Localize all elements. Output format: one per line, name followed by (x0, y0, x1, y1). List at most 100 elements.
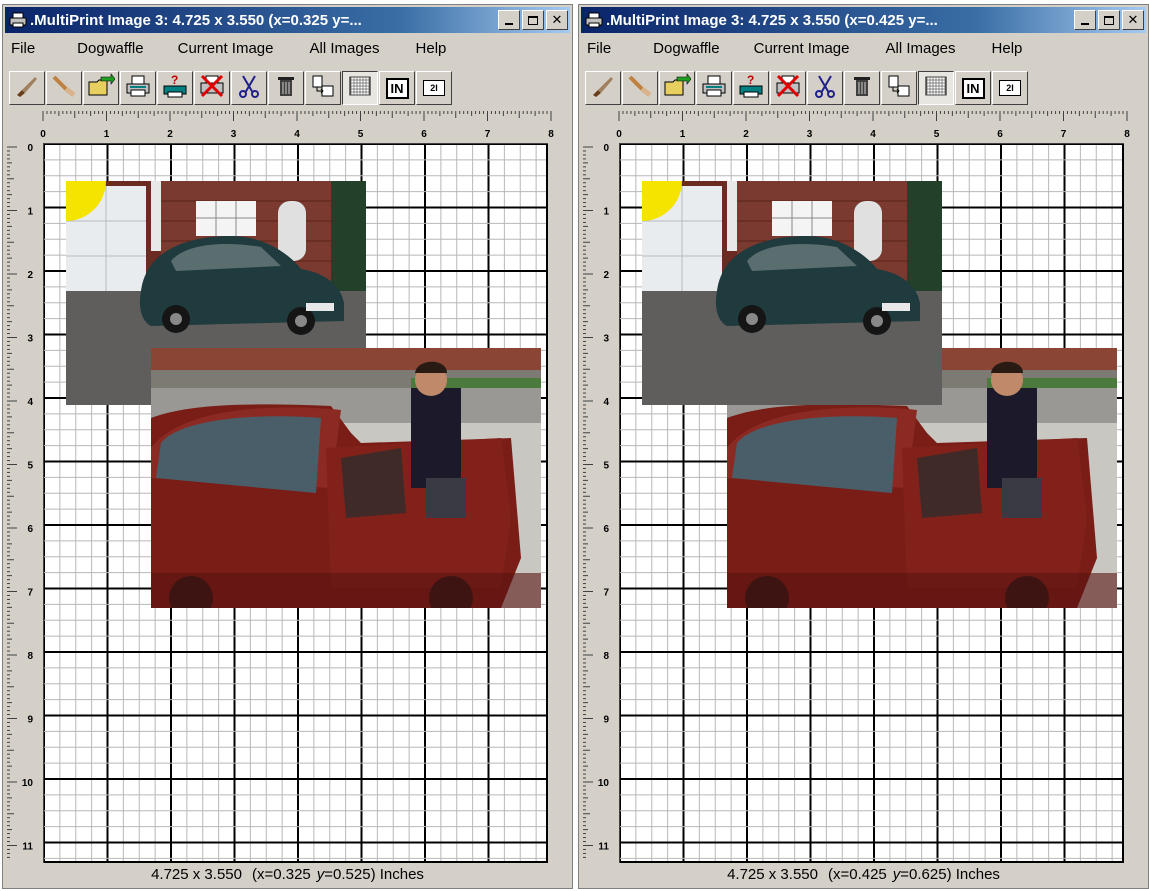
toolbar: ? IN 2I (581, 61, 1146, 111)
ruler-h-label: 8 (548, 129, 554, 140)
brush-erase-button[interactable] (46, 71, 82, 105)
print-page-canvas[interactable] (43, 143, 548, 863)
ruler-v-label: 9 (27, 715, 33, 726)
ruler-v-label: 0 (27, 143, 33, 154)
menu-all-images[interactable]: All Images (305, 40, 393, 57)
inches-button[interactable]: IN (379, 71, 415, 105)
print-cancel-button[interactable] (770, 71, 806, 105)
ruler-h-label: 2 (167, 129, 173, 140)
status-bar: 4.725 x 3.550 (x=0.325 y =0.525) Inches (5, 862, 570, 886)
close-button[interactable]: ✕ (1122, 10, 1144, 30)
maximize-icon (1104, 15, 1114, 25)
menu-help[interactable]: Help (988, 40, 1037, 57)
print-help-icon: ? (161, 73, 189, 104)
ruler-v-label: 11 (22, 842, 33, 853)
inches-button[interactable]: IN (955, 71, 991, 105)
status-position-x: (x=0.325 (251, 865, 311, 883)
ruler-v-label: 5 (603, 461, 609, 472)
status-position-y-label: y (316, 865, 325, 883)
menu-file[interactable]: File (7, 40, 49, 57)
window-title: .MultiPrint Image 3: 4.725 x 3.550 (x=0.… (606, 11, 938, 29)
minimize-button[interactable] (498, 10, 520, 30)
maximize-button[interactable] (1098, 10, 1120, 30)
print-icon (700, 73, 728, 104)
ruler-h-label: 4 (294, 129, 300, 140)
print-help-button[interactable]: ? (733, 71, 769, 105)
grid-icon (922, 73, 950, 104)
print-cancel-button[interactable] (194, 71, 230, 105)
multiprint-window-1: .MultiPrint Image 3: 4.725 x 3.550 (x=0.… (2, 4, 573, 889)
ruler-v-label: 8 (603, 651, 609, 662)
status-position-y: =0.525) Inches (324, 865, 424, 883)
ruler-v-label: 1 (27, 207, 33, 218)
ruler-v-label: 6 (603, 524, 609, 535)
brush-button[interactable] (9, 71, 45, 105)
print-help-button[interactable]: ? (157, 71, 193, 105)
ruler-v-label: 4 (603, 397, 609, 408)
ruler-h-label: 2 (743, 129, 749, 140)
brush-erase-button[interactable] (622, 71, 658, 105)
brush-icon (589, 73, 617, 104)
open-folder-button[interactable] (83, 71, 119, 105)
trash-button[interactable] (844, 71, 880, 105)
menu-file[interactable]: File (583, 40, 625, 57)
copy-layout-icon (885, 73, 913, 104)
photo-green-car[interactable] (642, 181, 942, 405)
menu-help[interactable]: Help (412, 40, 461, 57)
two-up-button[interactable]: 2I (416, 71, 452, 105)
two-up-button[interactable]: 2I (992, 71, 1028, 105)
open-folder-button[interactable] (659, 71, 695, 105)
scissors-button[interactable] (807, 71, 843, 105)
minimize-icon (505, 23, 513, 25)
status-position-x: (x=0.425 (827, 865, 887, 883)
copy-layout-button[interactable] (881, 71, 917, 105)
brush-button[interactable] (585, 71, 621, 105)
horizontal-ruler: 0 1 2 3 4 5 6 7 8 (31, 109, 568, 143)
menu-current-image[interactable]: Current Image (750, 40, 864, 57)
trash-button[interactable] (268, 71, 304, 105)
two-up-icon: 2I (423, 80, 445, 96)
inches-icon: IN (385, 77, 409, 99)
ruler-v-label: 2 (27, 270, 33, 281)
status-position-y-label: y (892, 865, 901, 883)
close-button[interactable]: ✕ (546, 10, 568, 30)
print-button[interactable] (120, 71, 156, 105)
inches-icon: IN (961, 77, 985, 99)
grid-button[interactable] (342, 71, 378, 105)
photo-red-car[interactable] (151, 348, 541, 608)
ruler-v-label: 7 (603, 588, 609, 599)
printer-app-icon (9, 12, 27, 28)
menu-dogwaffle[interactable]: Dogwaffle (649, 40, 733, 57)
print-button[interactable] (696, 71, 732, 105)
title-bar[interactable]: .MultiPrint Image 3: 4.725 x 3.550 (x=0.… (581, 7, 1146, 33)
toolbar: ? IN 2I (5, 61, 570, 111)
ruler-h-label: 6 (421, 129, 427, 140)
grid-button[interactable] (918, 71, 954, 105)
ruler-h-label: 0 (616, 129, 622, 140)
title-bar[interactable]: .MultiPrint Image 3: 4.725 x 3.550 (x=0.… (5, 7, 570, 33)
two-up-icon: 2I (999, 80, 1021, 96)
svg-text:?: ? (747, 73, 754, 87)
maximize-button[interactable] (522, 10, 544, 30)
ruler-v-label: 9 (603, 715, 609, 726)
menu-all-images[interactable]: All Images (881, 40, 969, 57)
scissors-button[interactable] (231, 71, 267, 105)
ruler-v-label: 8 (27, 651, 33, 662)
ruler-v-label: 10 (598, 778, 610, 789)
print-page-canvas[interactable] (619, 143, 1124, 863)
ruler-v-label: 2 (603, 270, 609, 281)
brush-erase-icon (626, 73, 654, 104)
ruler-v-label: 7 (27, 588, 33, 599)
grid-icon (346, 73, 374, 104)
trash-icon (272, 73, 300, 104)
ruler-h-label: 7 (1061, 129, 1067, 140)
minimize-icon (1081, 23, 1089, 25)
ruler-h-label: 0 (40, 129, 46, 140)
minimize-button[interactable] (1074, 10, 1096, 30)
ruler-v-label: 1 (603, 207, 609, 218)
ruler-v-label: 4 (27, 397, 33, 408)
copy-layout-button[interactable] (305, 71, 341, 105)
ruler-h-label: 6 (997, 129, 1003, 140)
menu-current-image[interactable]: Current Image (174, 40, 288, 57)
menu-dogwaffle[interactable]: Dogwaffle (73, 40, 157, 57)
